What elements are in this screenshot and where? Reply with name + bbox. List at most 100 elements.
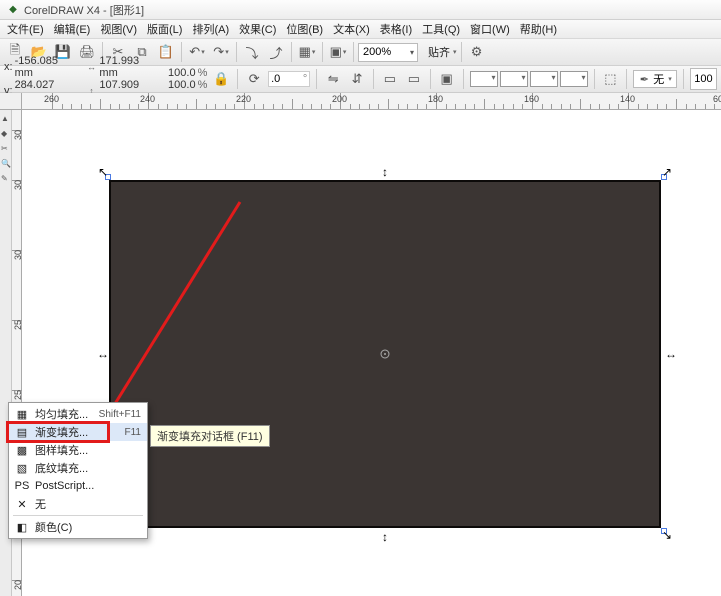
pos-x-value[interactable]: -156.085 mm: [15, 55, 73, 79]
snap-label[interactable]: 贴齐▾: [428, 44, 457, 60]
separator: [322, 42, 323, 62]
fill-menu-icon: ◧: [15, 520, 29, 534]
separator: [181, 42, 182, 62]
resize-handle-n[interactable]: ↕: [380, 167, 390, 177]
zoom-level-select[interactable]: 200%: [358, 43, 418, 62]
menu-tools[interactable]: 工具(Q): [417, 19, 465, 39]
separator: [237, 69, 238, 89]
options-icon[interactable]: ⚙: [466, 41, 488, 63]
separator: [626, 69, 627, 89]
fill-menu-icon: PS: [15, 479, 29, 493]
fill-menu-icon: ✕: [15, 497, 29, 511]
tooltip: 渐变填充对话框 (F11): [150, 425, 270, 447]
fill-menu-icon: ▦: [15, 407, 29, 421]
tool-crop[interactable]: ✂: [1, 144, 10, 153]
fill-menu-item-0[interactable]: ▦均匀填充...Shift+F11: [9, 405, 147, 423]
fill-menu-label: 无: [35, 496, 135, 512]
ruler-origin[interactable]: [0, 93, 22, 110]
fill-menu-label: 渐变填充...: [35, 424, 119, 440]
menu-table[interactable]: 表格(I): [375, 19, 417, 39]
app-launcher-icon[interactable]: ▦▾: [296, 41, 318, 63]
menu-separator: [13, 515, 143, 516]
pen-nib-icon: ✒: [638, 73, 650, 85]
redo-icon[interactable]: ↷▾: [210, 41, 232, 63]
separator: [594, 69, 595, 89]
paste-icon[interactable]: 📋: [155, 41, 177, 63]
fill-menu-item-color[interactable]: ◧ 颜色(C): [9, 518, 147, 536]
scale-x-value[interactable]: 100.0: [168, 67, 196, 79]
import-icon[interactable]: ⤵: [241, 41, 263, 63]
numeric-box[interactable]: 100: [690, 68, 717, 90]
export-icon[interactable]: ⤴: [265, 41, 287, 63]
outline-width-select[interactable]: ✒ 无 ▾: [633, 70, 677, 88]
fill-menu-label: 底纹填充...: [35, 460, 135, 476]
fill-menu-item-1[interactable]: ▤ 渐变填充... F11: [9, 423, 147, 441]
convert-icon[interactable]: ⬚: [600, 68, 620, 90]
color-swatch-3[interactable]: [530, 71, 558, 87]
menu-layout[interactable]: 版面(L): [142, 19, 187, 39]
rotation-angle-input[interactable]: .0°: [268, 71, 310, 87]
undo-icon[interactable]: ↶▾: [186, 41, 208, 63]
fill-menu-icon: ▤: [15, 425, 29, 439]
fill-menu-label: 颜色(C): [35, 519, 135, 535]
fill-menu-icon: ▩: [15, 443, 29, 457]
resize-handle-w[interactable]: ↔: [98, 349, 108, 359]
scale-factor: 100.0% 100.0%: [168, 67, 207, 91]
title-bar: ◆ CorelDRAW X4 - [图形1]: [0, 0, 721, 20]
color-swatch-1[interactable]: [470, 71, 498, 87]
tool-freehand[interactable]: ✎: [1, 174, 10, 183]
menu-bitmap[interactable]: 位图(B): [281, 19, 328, 39]
resize-handle-se[interactable]: ↘: [662, 530, 672, 540]
fill-menu-item-5[interactable]: ✕无: [9, 495, 147, 513]
separator: [316, 69, 317, 89]
menu-view[interactable]: 视图(V): [95, 19, 142, 39]
menu-edit[interactable]: 编辑(E): [49, 19, 96, 39]
menu-file[interactable]: 文件(E): [2, 19, 49, 39]
separator: [461, 42, 462, 62]
object-center-marker: [379, 348, 391, 360]
resize-handle-e[interactable]: ↔: [666, 349, 676, 359]
menu-effects[interactable]: 效果(C): [234, 19, 281, 39]
separator: [353, 42, 354, 62]
fill-menu-item-2[interactable]: ▩图样填充...: [9, 441, 147, 459]
resize-handle-s[interactable]: ↕: [380, 532, 390, 542]
wrap-text-icon[interactable]: ▣: [437, 68, 457, 90]
tool-pick[interactable]: ▲: [1, 114, 10, 123]
to-front-icon[interactable]: ▭: [380, 68, 400, 90]
separator: [683, 69, 684, 89]
fill-menu-item-3[interactable]: ▧ 底纹填充...: [9, 459, 147, 477]
welcome-icon[interactable]: ▣▾: [327, 41, 349, 63]
lock-ratio-icon[interactable]: 🔒: [211, 68, 231, 90]
separator: [291, 42, 292, 62]
window-title: CorelDRAW X4 - [图形1]: [24, 2, 144, 18]
ruler-horizontal[interactable]: 26024022020018016014060: [22, 93, 721, 110]
separator: [373, 69, 374, 89]
fill-menu-item-4[interactable]: PS PostScript...: [9, 477, 147, 495]
fill-menu-shortcut: Shift+F11: [99, 409, 141, 420]
selected-rectangle-object[interactable]: [109, 180, 661, 528]
color-swatch-4[interactable]: [560, 71, 588, 87]
tool-zoom[interactable]: 🔍: [1, 159, 10, 168]
fill-flyout-menu: ▦均匀填充...Shift+F11 ▤ 渐变填充... F11 ▩图样填充... ▧ 底纹填…: [8, 402, 148, 539]
menu-text[interactable]: 文本(X): [328, 19, 375, 39]
tool-shape[interactable]: ◆: [1, 129, 10, 138]
scale-y-value[interactable]: 100.0: [168, 79, 196, 91]
menu-bar: 文件(E) 编辑(E) 视图(V) 版面(L) 排列(A) 效果(C) 位图(B…: [0, 20, 721, 39]
fill-menu-icon: ▧: [15, 461, 29, 475]
fill-menu-label: PostScript...: [35, 480, 135, 492]
mirror-horizontal-icon[interactable]: ⇋: [323, 68, 343, 90]
width-value[interactable]: 171.993 mm: [99, 55, 154, 79]
mirror-vertical-icon[interactable]: ⇵: [347, 68, 367, 90]
color-swatch-2[interactable]: [500, 71, 528, 87]
fill-menu-shortcut: F11: [125, 427, 142, 438]
resize-handle-ne[interactable]: ↗: [662, 167, 672, 177]
resize-handle-nw[interactable]: ↖: [98, 167, 108, 177]
separator: [430, 69, 431, 89]
menu-arrange[interactable]: 排列(A): [187, 19, 234, 39]
separator: [236, 42, 237, 62]
menu-window[interactable]: 窗口(W): [465, 19, 515, 39]
to-back-icon[interactable]: ▭: [404, 68, 424, 90]
separator: [463, 69, 464, 89]
menu-help[interactable]: 帮助(H): [515, 19, 562, 39]
app-icon: ◆: [6, 3, 20, 17]
